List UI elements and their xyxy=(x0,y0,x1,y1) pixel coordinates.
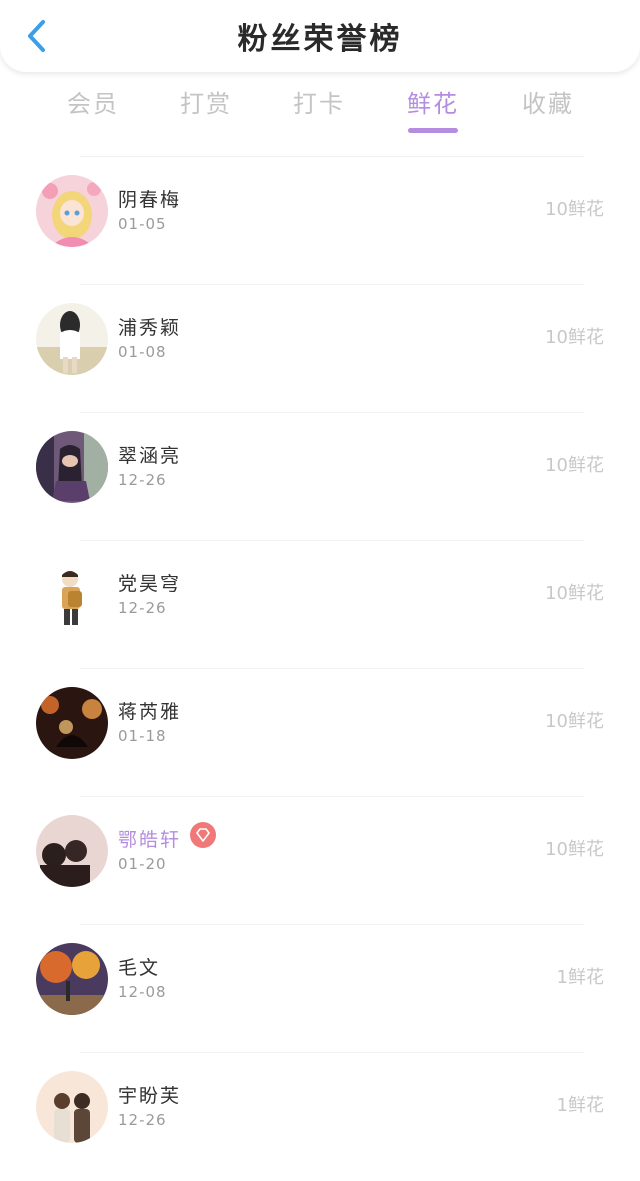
tab-rewards[interactable]: 打赏 xyxy=(151,84,261,119)
fan-date: 12-26 xyxy=(118,1111,167,1129)
flower-count: 10鲜花 xyxy=(545,839,604,860)
list-item[interactable]: 翠涵亮 12-26 10鲜花 xyxy=(0,413,640,541)
autumn-street-avatar[interactable] xyxy=(36,943,108,1015)
fan-name: 党昊穹 xyxy=(118,573,182,595)
page-title: 粉丝荣誉榜 xyxy=(237,22,403,57)
flower-count: 1鲜花 xyxy=(556,967,604,988)
fan-name: 宇盼芙 xyxy=(118,1085,182,1107)
fan-name: 毛文 xyxy=(118,957,161,979)
fan-date: 01-08 xyxy=(118,343,167,361)
night-lights-avatar[interactable] xyxy=(36,687,108,759)
tab-members[interactable]: 会员 xyxy=(38,84,148,119)
list-item[interactable]: 宇盼芙 12-26 1鲜花 xyxy=(0,1053,640,1181)
anime-girl-avatar[interactable] xyxy=(36,175,108,247)
tab-favorites[interactable]: 收藏 xyxy=(493,84,603,119)
couple-street-avatar[interactable] xyxy=(36,431,108,503)
list-item[interactable]: 浦秀颖 01-08 10鲜花 xyxy=(0,285,640,413)
fan-name: 鄂皓轩 xyxy=(118,829,182,851)
fan-date: 01-18 xyxy=(118,727,167,745)
flower-count: 10鲜花 xyxy=(545,199,604,220)
diamond-icon xyxy=(190,822,216,848)
fan-date: 01-05 xyxy=(118,215,167,233)
illustrated-couple-avatar[interactable] xyxy=(36,1071,108,1143)
silhouette-couple-avatar[interactable] xyxy=(36,815,108,887)
tab-flowers[interactable]: 鲜花 xyxy=(378,84,488,133)
fan-date: 12-26 xyxy=(118,471,167,489)
fan-date: 01-20 xyxy=(118,855,167,873)
fan-date: 12-26 xyxy=(118,599,167,617)
fan-name: 蒋芮雅 xyxy=(118,701,182,723)
list-item[interactable]: 毛文 12-08 1鲜花 xyxy=(0,925,640,1053)
tab-bar: 会员 打赏 打卡 鲜花 收藏 xyxy=(0,84,640,136)
tab-flowers-label: 鲜花 xyxy=(407,90,459,118)
cartoon-boy-avatar[interactable] xyxy=(36,559,108,631)
fan-name: 阴春梅 xyxy=(118,189,182,211)
fan-name: 浦秀颖 xyxy=(118,317,182,339)
flower-count: 10鲜花 xyxy=(545,455,604,476)
list-item[interactable]: 党昊穹 12-26 10鲜花 xyxy=(0,541,640,669)
nav-bar: 粉丝荣誉榜 xyxy=(0,0,640,72)
list-item[interactable]: 鄂皓轩 01-20 10鲜花 xyxy=(0,797,640,925)
girl-field-avatar[interactable] xyxy=(36,303,108,375)
flower-count: 1鲜花 xyxy=(556,1095,604,1116)
fan-name: 翠涵亮 xyxy=(118,445,182,467)
flower-count: 10鲜花 xyxy=(545,583,604,604)
list-item[interactable]: 蒋芮雅 01-18 10鲜花 xyxy=(0,669,640,797)
flower-count: 10鲜花 xyxy=(545,711,604,732)
tab-checkin[interactable]: 打卡 xyxy=(264,84,374,119)
fan-date: 12-08 xyxy=(118,983,167,1001)
active-tab-indicator xyxy=(408,128,458,133)
flower-count: 10鲜花 xyxy=(545,327,604,348)
list-item[interactable]: 阴春梅 01-05 10鲜花 xyxy=(0,157,640,285)
